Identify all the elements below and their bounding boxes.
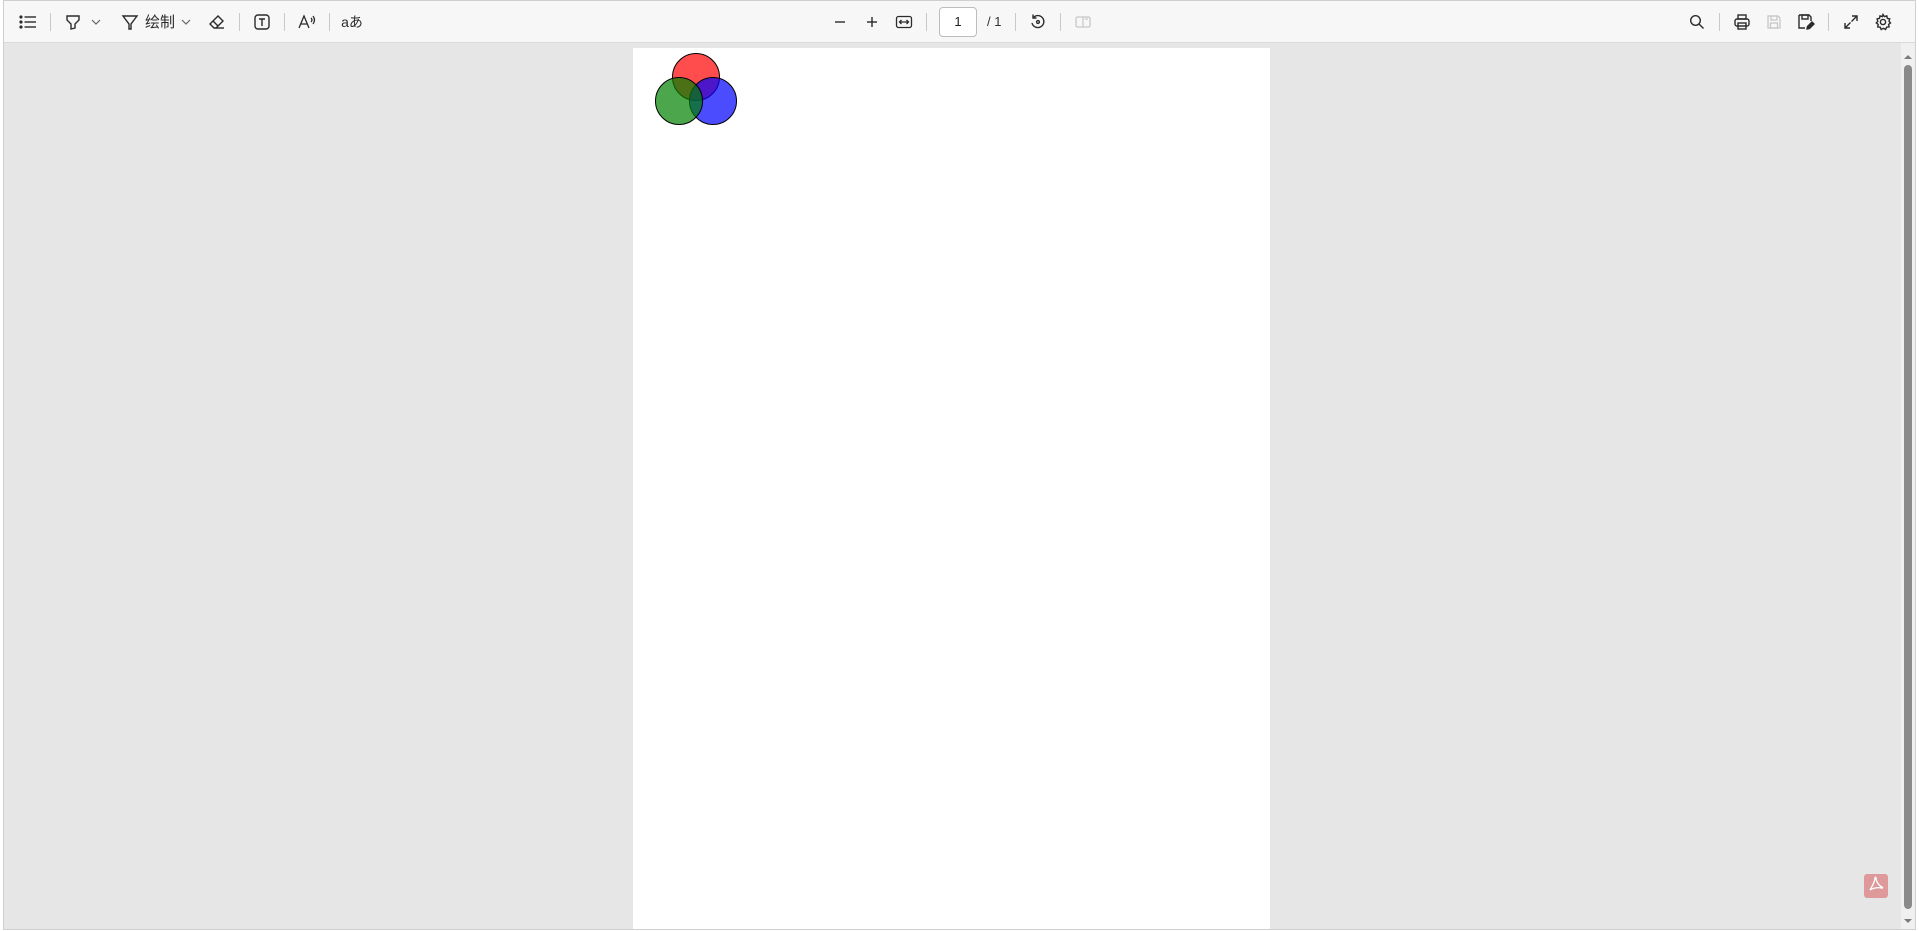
page-total: / 1 xyxy=(987,14,1002,29)
draw-options-button[interactable] xyxy=(179,6,193,38)
separator xyxy=(1828,12,1829,31)
highlight-button[interactable] xyxy=(57,6,89,38)
read-aloud-button[interactable] xyxy=(291,6,323,38)
pdf-badge xyxy=(1864,874,1888,898)
zoom-out-button[interactable] xyxy=(824,6,856,38)
vertical-scrollbar[interactable] xyxy=(1901,43,1915,929)
page-view-button[interactable] xyxy=(1067,6,1099,38)
draw-button[interactable]: 绘制 xyxy=(121,6,179,38)
translate-button[interactable]: aあ xyxy=(336,6,368,38)
separator xyxy=(1719,12,1720,31)
green-circle xyxy=(655,77,703,125)
search-button[interactable] xyxy=(1681,6,1713,38)
pdf-page xyxy=(633,48,1270,929)
separator xyxy=(239,12,241,31)
save-button[interactable] xyxy=(1758,6,1790,38)
separator xyxy=(926,12,927,31)
pen-icon xyxy=(121,13,139,31)
save-as-icon xyxy=(1797,13,1815,31)
fit-to-width-button[interactable] xyxy=(888,6,920,38)
minus-icon xyxy=(833,15,847,29)
venn-diagram xyxy=(655,53,737,125)
outline-button[interactable] xyxy=(12,6,44,38)
pdf-viewer-window: 绘制 aあ 1 / 1 xyxy=(3,0,1916,930)
add-text-button[interactable] xyxy=(246,6,278,38)
save-as-button[interactable] xyxy=(1790,6,1822,38)
separator xyxy=(1015,12,1017,31)
two-page-icon xyxy=(1074,14,1092,30)
acrobat-pdf-icon xyxy=(1868,876,1884,897)
chevron-down-icon xyxy=(181,19,191,25)
scroll-down-icon[interactable] xyxy=(1903,913,1913,923)
chevron-down-icon xyxy=(91,19,101,25)
rotate-button[interactable] xyxy=(1022,6,1054,38)
print-button[interactable] xyxy=(1726,6,1758,38)
plus-icon xyxy=(865,15,879,29)
toolbar-right-group xyxy=(1681,1,1899,42)
zoom-in-button[interactable] xyxy=(856,6,888,38)
highlight-options-button[interactable] xyxy=(89,6,103,38)
text-box-icon xyxy=(253,13,271,31)
separator xyxy=(1060,12,1062,31)
erase-button[interactable] xyxy=(201,6,233,38)
scroll-up-icon[interactable] xyxy=(1903,49,1913,59)
search-icon xyxy=(1689,14,1705,30)
separator xyxy=(329,12,331,31)
separator xyxy=(50,12,51,31)
highlighter-icon xyxy=(64,13,82,31)
draw-label: 绘制 xyxy=(145,14,176,31)
translate-label: aあ xyxy=(341,13,363,30)
save-icon xyxy=(1766,14,1782,30)
document-viewport[interactable] xyxy=(4,43,1901,929)
rotate-icon xyxy=(1029,13,1047,31)
gear-icon xyxy=(1874,12,1892,31)
list-icon xyxy=(19,14,37,29)
expand-icon xyxy=(1843,14,1859,30)
toolbar-center-group: / 1 xyxy=(824,1,1099,42)
page-number-input[interactable] xyxy=(939,6,977,37)
scrollbar-thumb[interactable] xyxy=(1904,65,1912,909)
toolbar-left-group: 绘制 aあ xyxy=(12,1,368,42)
toolbar: 绘制 aあ 1 / 1 xyxy=(4,1,1915,43)
eraser-icon xyxy=(208,13,226,31)
settings-button[interactable] xyxy=(1867,6,1899,38)
fit-width-icon xyxy=(895,14,913,30)
fullscreen-button[interactable] xyxy=(1835,6,1867,38)
read-aloud-icon xyxy=(297,13,317,31)
printer-icon xyxy=(1733,13,1751,31)
separator xyxy=(284,12,286,31)
